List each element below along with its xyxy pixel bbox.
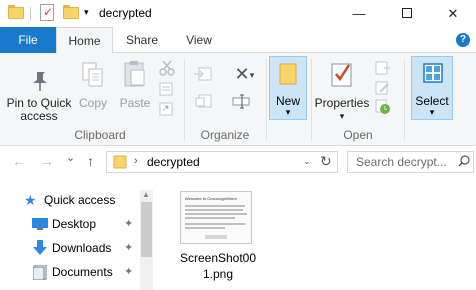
properties-icon[interactable]: ✓ [40, 4, 54, 21]
copy-path-icon[interactable] [158, 81, 176, 97]
sidebar-item-downloads[interactable]: Downloads ✦ [32, 237, 152, 259]
sidebar-item-label: Documents [52, 265, 113, 279]
address-dropdown-chevron-icon[interactable]: ⌄ [303, 156, 311, 167]
copy-icon [82, 62, 103, 87]
refresh-icon[interactable]: ↻ [320, 153, 332, 170]
paste-button[interactable]: Paste [116, 57, 154, 123]
search-input[interactable]: Search decrypt... [347, 151, 474, 173]
new-folder-icon [279, 63, 297, 85]
pin-label-2: access [20, 109, 58, 123]
clipboard-group-label: Clipboard [74, 128, 126, 142]
pin-icon[interactable]: ✦ [124, 261, 133, 283]
navigation-bar: ← → ⌄ ↑ › decrypted ⌄ ↻ Search decrypt..… [0, 146, 476, 178]
sidebar-item-quick-access[interactable]: ★ Quick access [24, 189, 144, 211]
pin-icon[interactable]: ✦ [124, 213, 133, 235]
select-all-icon [423, 63, 443, 83]
file-thumbnail: Welcome to CrococryptMirror [180, 191, 252, 244]
copy-button[interactable]: Copy [76, 57, 110, 123]
tab-share[interactable]: Share [117, 27, 167, 53]
scroll-up-icon[interactable]: ▲ [142, 190, 150, 199]
group-divider [184, 59, 185, 141]
history-icon[interactable] [374, 99, 392, 115]
breadcrumb[interactable]: decrypted [147, 155, 200, 169]
navigation-pane: ★ Quick access Desktop ✦ Downloads ✦ Doc… [0, 178, 155, 290]
tab-home[interactable]: Home [56, 27, 113, 54]
search-icon [458, 155, 470, 167]
forward-arrow-icon[interactable]: → [40, 154, 54, 168]
documents-icon [33, 265, 47, 280]
rename-icon[interactable] [232, 93, 250, 109]
breadcrumb-chevron-icon[interactable]: › [134, 155, 138, 167]
new-folder-icon[interactable] [63, 5, 79, 19]
minimize-button[interactable]: — [336, 0, 382, 27]
select-dropdown-chevron-icon: ▾ [429, 107, 435, 117]
sidebar-item-documents[interactable]: Documents ✦ [32, 261, 152, 283]
toolbar-divider [30, 7, 31, 21]
pin-icon [33, 72, 47, 91]
tab-view[interactable]: View [174, 27, 224, 53]
move-to-icon[interactable] [193, 66, 215, 82]
select-label: Select [415, 94, 449, 108]
file-item[interactable]: Welcome to CrococryptMirror ScreenShot00… [176, 187, 266, 287]
star-icon: ★ [24, 192, 37, 208]
copy-to-icon[interactable] [193, 93, 215, 109]
paste-label: Paste [119, 96, 151, 110]
folder-icon [113, 155, 127, 169]
thumbnail-title: Welcome to CrococryptMirror [185, 196, 237, 201]
properties-label: Properties [314, 96, 370, 110]
desktop-icon [32, 218, 48, 230]
folder-icon[interactable] [8, 5, 24, 19]
group-divider [404, 59, 405, 141]
group-divider [266, 59, 267, 141]
sidebar-item-desktop[interactable]: Desktop ✦ [32, 213, 152, 235]
title-bar: ✓ ▾ decrypted — ✕ [0, 0, 476, 27]
new-dropdown-chevron-icon: ▾ [285, 107, 291, 117]
properties-icon [331, 63, 352, 87]
paste-shortcut-icon[interactable] [158, 101, 176, 117]
edit-icon[interactable] [374, 80, 392, 96]
group-divider [311, 59, 312, 141]
search-placeholder: Search decrypt... [356, 155, 447, 169]
properties-dropdown-chevron-icon: ▾ [339, 111, 345, 121]
delete-dropdown-chevron-icon[interactable]: ▾ [247, 69, 257, 82]
sidebar-item-label: Downloads [52, 241, 112, 255]
pin-to-quick-access-button[interactable]: Pin to Quick access [2, 57, 76, 123]
recent-locations-chevron-icon[interactable]: ⌄ [66, 151, 75, 165]
close-button[interactable]: ✕ [430, 0, 476, 27]
ribbon-tabs: File Home Share View ? [0, 27, 476, 54]
up-arrow-icon[interactable]: ↑ [87, 154, 94, 168]
organize-group-label: Organize [200, 128, 250, 142]
customize-toolbar-chevron-icon[interactable]: ▾ [84, 8, 89, 17]
new-label: New [275, 94, 300, 108]
new-button[interactable]: New ▾ [269, 56, 307, 120]
open-group-label: Open [343, 128, 373, 142]
sidebar-item-label: Desktop [52, 217, 97, 231]
ribbon: Pin to Quick access Copy Paste Clipboard [0, 53, 476, 146]
paste-icon [124, 61, 145, 87]
copy-label: Copy [78, 96, 107, 110]
address-bar[interactable]: › decrypted ⌄ ↻ [106, 151, 338, 173]
maximize-icon [402, 8, 412, 19]
cut-icon[interactable] [158, 60, 176, 76]
open-icon[interactable] [374, 60, 392, 76]
select-button[interactable]: Select ▾ [411, 56, 453, 120]
window-title: decrypted [99, 6, 152, 20]
file-name: ScreenShot001.png [179, 251, 257, 281]
help-icon[interactable]: ? [456, 33, 470, 47]
pin-icon[interactable]: ✦ [124, 237, 133, 259]
maximize-button[interactable] [384, 0, 430, 27]
navigation-pane-scrollbar[interactable]: ▲ [140, 190, 153, 290]
properties-button[interactable]: Properties ▾ [313, 57, 371, 123]
sidebar-item-label: Quick access [44, 193, 116, 207]
scrollbar-thumb[interactable] [141, 202, 152, 257]
tab-file[interactable]: File [0, 27, 56, 53]
back-arrow-icon[interactable]: ← [12, 154, 26, 168]
download-icon [33, 240, 47, 255]
